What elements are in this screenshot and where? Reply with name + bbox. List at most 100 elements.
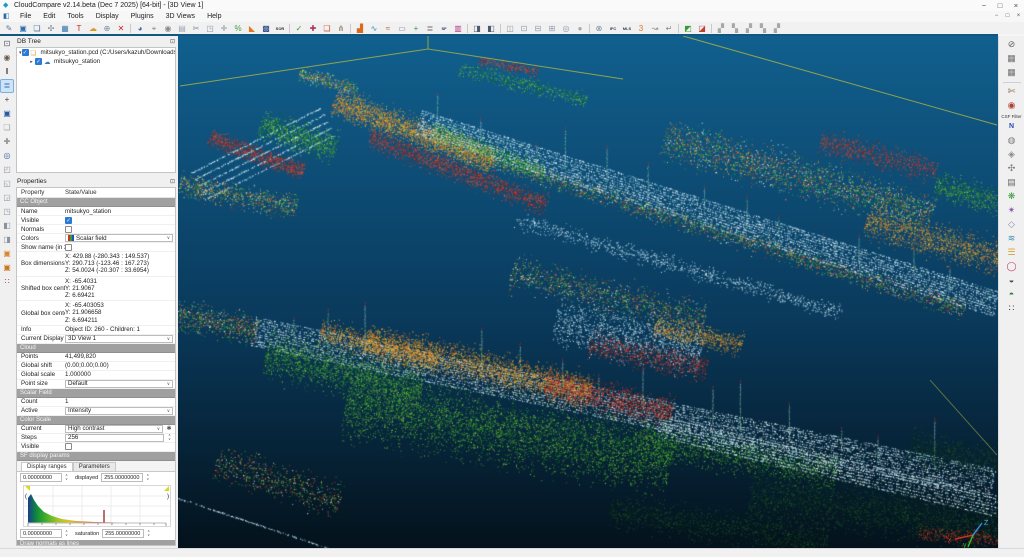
stats-3-icon[interactable]: ▞: [743, 23, 755, 34]
snapshot-picture-icon[interactable]: ▤: [176, 23, 188, 34]
hough-normals-plugin-icon[interactable]: ✣: [1004, 162, 1019, 175]
return-plugin-icon[interactable]: ↵: [663, 23, 675, 34]
profile-tool-icon[interactable]: ∿: [368, 23, 380, 34]
histogram-tool-icon[interactable]: ▟: [354, 23, 366, 34]
mls-plugin-icon[interactable]: MLS: [621, 23, 633, 34]
view-bottom-icon[interactable]: ◨: [1, 234, 13, 246]
saturation-max-input[interactable]: 255.00000000: [102, 529, 145, 539]
compare-a-icon[interactable]: ◩: [682, 23, 694, 34]
property-dropdown[interactable]: 3D View 1 ∨: [65, 334, 173, 343]
property-checkbox[interactable]: ✓: [65, 216, 72, 224]
displayed-min-input[interactable]: 0.00000000: [20, 473, 62, 483]
stats-5-icon[interactable]: ▞: [771, 23, 783, 34]
ellipser-plugin-icon[interactable]: ◯: [1004, 260, 1019, 273]
poisson-recon-plugin-icon[interactable]: ✴: [1004, 204, 1019, 217]
render-sphere-icon[interactable]: ◎: [560, 23, 572, 34]
sra-plugin-icon[interactable]: ≋: [1004, 232, 1019, 245]
density-icon[interactable]: %: [232, 23, 244, 34]
full-sphere-icon[interactable]: ●: [574, 23, 586, 34]
displayed-max-spinner[interactable]: ∧ ∨: [144, 474, 151, 481]
delete-icon[interactable]: ✕: [115, 23, 127, 34]
stats-4-icon[interactable]: ▚: [757, 23, 769, 34]
open-file-icon[interactable]: ✎: [3, 23, 15, 34]
treeiso-plugin-icon[interactable]: ◓: [1004, 288, 1019, 301]
stats-2-icon[interactable]: ▚: [729, 23, 741, 34]
ifc-plugin-icon[interactable]: IFC: [607, 23, 619, 34]
viewport-restore-icon[interactable]: ⊡: [518, 23, 530, 34]
menu-help[interactable]: Help: [201, 13, 227, 20]
tree-item[interactable]: ▾ ✓ ❏ mitsukyo_station.pcd (C:/Users/kazuh/…: [17, 48, 175, 57]
add-constant-sf-icon[interactable]: +: [410, 23, 422, 34]
menu-plugins[interactable]: Plugins: [125, 13, 160, 20]
spin-arrows[interactable]: ∧ ∨: [166, 434, 173, 441]
screenshot-camera-icon[interactable]: ◉: [1, 52, 13, 64]
property-dropdown[interactable]: Scalar field ∨: [65, 234, 173, 242]
save-all-icon[interactable]: ❏: [31, 23, 43, 34]
histogram-left-handle[interactable]: [25, 485, 30, 491]
ruler-tool-icon[interactable]: ▭: [396, 23, 408, 34]
menu-edit[interactable]: Edit: [37, 13, 61, 20]
properties-grid-icon[interactable]: ▦: [59, 23, 71, 34]
viewport-3d[interactable]: x y Z: [178, 36, 998, 548]
view-back-icon[interactable]: ◲: [1, 192, 13, 204]
saturation-min-spinner[interactable]: ∧ ∨: [63, 530, 70, 537]
ransac-plugin-icon[interactable]: ◇: [1004, 218, 1019, 231]
displayed-max-input[interactable]: 255.00000000: [101, 473, 144, 483]
gl-filter-a-icon[interactable]: ▦: [1004, 52, 1019, 65]
pcv-plugin-icon[interactable]: ❋: [1004, 190, 1019, 203]
csf-filter-plugin-icon[interactable]: N: [1004, 120, 1019, 133]
interactive-transform-icon[interactable]: ✛: [218, 23, 230, 34]
tree-visibility-checkbox[interactable]: ✓: [21, 49, 29, 56]
sf-tools-icon[interactable]: SF: [438, 23, 450, 34]
subsample-icon[interactable]: ⊕: [101, 23, 113, 34]
stereo-mode-icon[interactable]: ∷: [1, 276, 13, 288]
property-checkbox[interactable]: [65, 225, 72, 233]
viewport-save-icon[interactable]: ◫: [504, 23, 516, 34]
camera-link-a-icon[interactable]: ⊟: [532, 23, 544, 34]
view-iso-2-icon[interactable]: ▣: [1, 262, 13, 274]
polyline-tool-icon[interactable]: ≈: [382, 23, 394, 34]
cloud-layers-plugin-icon[interactable]: ☰: [1004, 246, 1019, 259]
child-minimize-button[interactable]: −: [991, 11, 1002, 22]
facets-plugin-icon[interactable]: ◈: [1004, 148, 1019, 161]
clean-plugin-icon[interactable]: ✄: [1004, 85, 1019, 98]
console-display-icon[interactable]: ◨: [471, 23, 483, 34]
tree-expander-icon[interactable]: ▸: [28, 59, 35, 65]
no-gl-filter-icon[interactable]: ⊘: [1004, 38, 1019, 51]
displayed-min-spinner[interactable]: ∧ ∨: [63, 474, 70, 481]
menu-tools[interactable]: Tools: [61, 13, 89, 20]
view-top-icon[interactable]: ◰: [1, 164, 13, 176]
pivot-lock-icon[interactable]: ▣: [1, 108, 13, 120]
validate-icon[interactable]: ✓: [293, 23, 305, 34]
saturation-max-spinner[interactable]: ∧ ∨: [145, 530, 152, 537]
camera-settings-icon[interactable]: ◉: [162, 23, 174, 34]
child-close-button[interactable]: ×: [1013, 11, 1024, 22]
sor-filter-icon[interactable]: SOR: [274, 23, 286, 34]
pick-rotation-center-icon[interactable]: +: [1, 94, 13, 106]
segment-icon[interactable]: ✂: [190, 23, 202, 34]
merge-clouds-icon[interactable]: ☁: [87, 23, 99, 34]
m3c2-plugin-icon[interactable]: ▤: [1004, 176, 1019, 189]
menu-file[interactable]: File: [14, 13, 37, 20]
folder-tool-icon[interactable]: ❏: [321, 23, 333, 34]
tab-display-ranges[interactable]: Display ranges: [21, 461, 73, 471]
pick-tool-icon[interactable]: ⋔: [335, 23, 347, 34]
child-restore-button[interactable]: □: [1002, 11, 1013, 22]
property-checkbox[interactable]: [65, 443, 72, 451]
global-zoom-icon[interactable]: ◎: [1, 150, 13, 162]
property-dropdown[interactable]: Default ∨: [65, 379, 173, 388]
gear-icon[interactable]: ✱: [165, 425, 173, 432]
primitive-factory-icon[interactable]: ✣: [45, 23, 57, 34]
canupo-plugin-icon[interactable]: ◍: [1004, 134, 1019, 147]
tree-item[interactable]: ▸ ✓ ☁ mitsukyo_station: [17, 57, 175, 66]
console-toggle-icon[interactable]: ≣: [0, 79, 14, 93]
tree-visibility-checkbox[interactable]: ✓: [35, 58, 42, 65]
menu-display[interactable]: Display: [90, 13, 125, 20]
trace-display-icon[interactable]: ◧: [485, 23, 497, 34]
float-panel-icon[interactable]: ⊡: [170, 38, 175, 45]
align-icon[interactable]: ◣: [246, 23, 258, 34]
sf-gradient-icon[interactable]: ▥: [452, 23, 464, 34]
histogram-right-handle[interactable]: [164, 485, 169, 491]
histogram-right-hook[interactable]: ): [167, 494, 169, 500]
property-dropdown[interactable]: High contrast ∨: [65, 424, 163, 433]
